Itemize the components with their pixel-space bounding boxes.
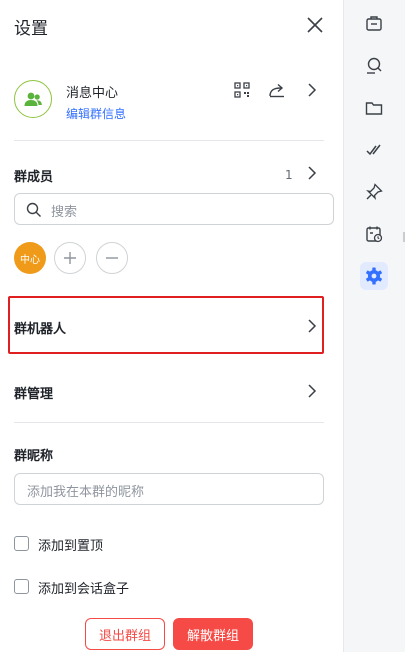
dissolve-group-button[interactable]: 解散群组: [173, 618, 253, 650]
group-avatar[interactable]: [14, 80, 52, 118]
folder-icon[interactable]: [360, 94, 388, 122]
member-search-input[interactable]: 搜索: [14, 193, 334, 225]
calendar-icon[interactable]: [360, 220, 388, 248]
add-to-box-label: 添加到会话盒子: [38, 582, 130, 597]
page-title: 设置: [14, 19, 48, 39]
announcement-icon[interactable]: [360, 10, 388, 38]
bots-chevron-icon[interactable]: [305, 317, 319, 335]
pin-icon[interactable]: [360, 178, 388, 206]
group-bots-item[interactable]: 群机器人: [14, 318, 66, 337]
tasks-icon[interactable]: [360, 136, 388, 164]
chevron-right-icon[interactable]: [305, 81, 319, 99]
add-member-button[interactable]: [54, 242, 86, 274]
group-management-item[interactable]: 群管理: [14, 383, 53, 402]
divider: [14, 140, 324, 141]
nickname-title: 群昵称: [14, 449, 54, 464]
close-icon[interactable]: [304, 14, 326, 36]
nickname-input[interactable]: 添加我在本群的昵称: [14, 473, 324, 505]
group-name: 消息中心: [66, 86, 119, 101]
management-chevron-icon[interactable]: [305, 382, 319, 400]
remove-member-button[interactable]: [96, 242, 128, 274]
edit-group-info-link[interactable]: 编辑群信息: [66, 105, 126, 122]
divider: [14, 422, 324, 423]
settings-icon[interactable]: [360, 262, 388, 290]
members-title: 群成员: [14, 170, 54, 185]
member-count: 1: [285, 168, 293, 182]
qr-code-icon[interactable]: [234, 82, 250, 98]
exit-group-button[interactable]: 退出群组: [85, 618, 165, 650]
member-avatar[interactable]: 中心: [14, 242, 46, 274]
search-icon: [26, 202, 41, 217]
minus-icon: [106, 257, 118, 259]
search-placeholder: 搜索: [51, 205, 78, 220]
right-sidebar: [343, 0, 405, 652]
pin-to-top-label: 添加到置顶: [38, 539, 104, 554]
search-history-icon[interactable]: [360, 52, 388, 80]
share-icon[interactable]: [268, 81, 286, 99]
group-users-icon: [24, 92, 42, 106]
settings-panel: 设置 消息中心 编辑群信息 群成员 1 搜索 中心 群机器人 群管理 群昵称 添…: [0, 0, 343, 652]
nickname-placeholder: 添加我在本群的昵称: [27, 485, 145, 500]
plus-icon: [64, 252, 76, 264]
members-chevron-icon[interactable]: [305, 164, 319, 182]
add-to-box-checkbox[interactable]: [14, 579, 29, 594]
pin-to-top-checkbox[interactable]: [14, 536, 29, 551]
